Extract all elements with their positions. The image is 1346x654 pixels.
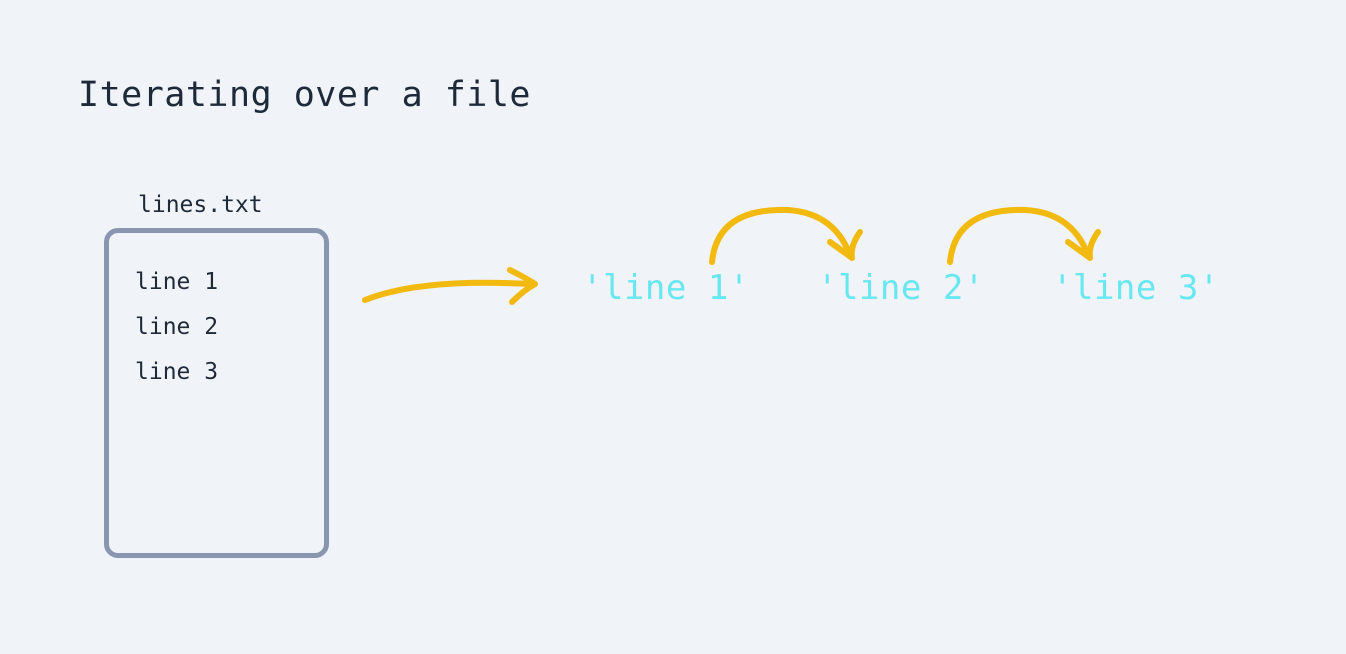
- diagram-title: Iterating over a file: [78, 75, 531, 115]
- file-content-line: line 1: [135, 260, 298, 305]
- file-box: line 1 line 2 line 3: [104, 228, 329, 558]
- output-string: 'line 3': [1052, 268, 1220, 308]
- arrow-icon: [360, 260, 550, 310]
- file-name-label: lines.txt: [138, 192, 263, 218]
- arrow-arc-icon: [940, 200, 1110, 270]
- output-string: 'line 2': [817, 268, 985, 308]
- file-content-line: line 3: [135, 350, 298, 395]
- output-string: 'line 1': [582, 268, 750, 308]
- arrow-arc-icon: [702, 200, 872, 270]
- file-content-line: line 2: [135, 305, 298, 350]
